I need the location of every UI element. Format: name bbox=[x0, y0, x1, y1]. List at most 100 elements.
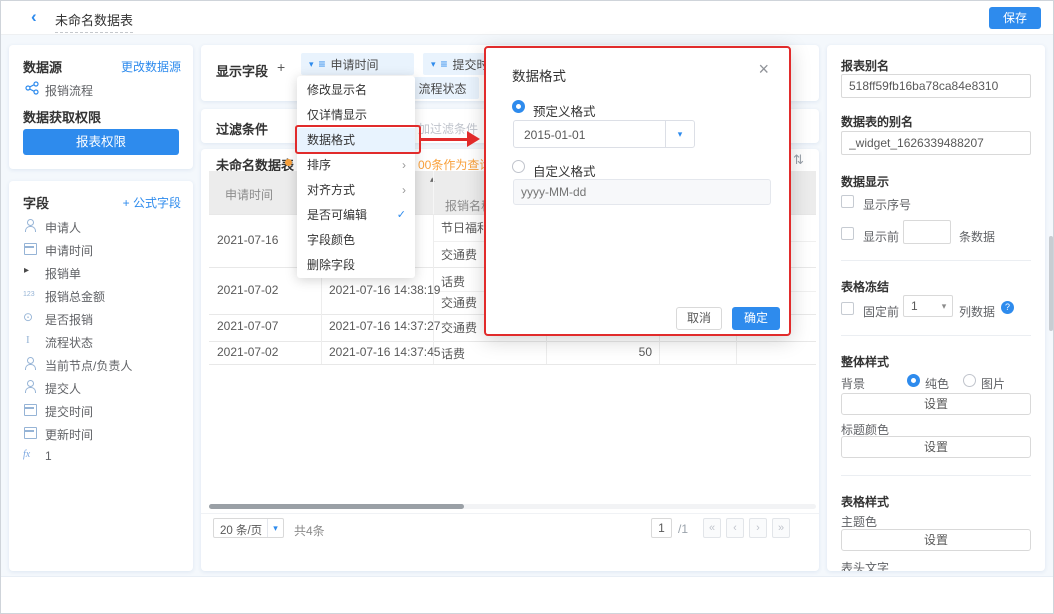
freeze-prefix-label: 固定前 bbox=[863, 303, 899, 320]
table-cell: 2021-07-02 bbox=[217, 283, 278, 297]
header-separator bbox=[433, 171, 434, 214]
datasource-item[interactable]: 报销流程 bbox=[45, 82, 93, 99]
predefined-format-label: 预定义格式 bbox=[533, 101, 596, 120]
cancel-button[interactable]: 取消 bbox=[676, 307, 722, 330]
image-radio[interactable] bbox=[963, 374, 976, 387]
page-number-input[interactable]: 1 bbox=[651, 518, 672, 538]
menu-item-field-color[interactable]: 字段颜色 bbox=[297, 228, 415, 253]
next-page-button[interactable]: › bbox=[749, 518, 767, 538]
background-set-button[interactable]: 设置 bbox=[841, 393, 1031, 415]
table-cell: 2021-07-16 14:38:19 bbox=[329, 283, 440, 297]
confirm-button[interactable]: 确定 bbox=[732, 307, 780, 330]
close-icon[interactable]: × bbox=[758, 59, 769, 80]
change-datasource-link[interactable]: 更改数据源 bbox=[121, 58, 181, 75]
chevron-down-icon[interactable]: ▾ bbox=[431, 60, 436, 69]
predefined-format-select[interactable]: 2015-01-01 ▾ bbox=[513, 120, 695, 148]
chevron-down-icon: ▾ bbox=[273, 524, 278, 533]
table-cell: 节日福利 bbox=[441, 219, 489, 236]
report-alias-field[interactable] bbox=[841, 74, 1031, 98]
widget-alias-input[interactable] bbox=[841, 131, 1031, 155]
calendar-icon bbox=[23, 403, 37, 416]
predefined-format-value: 2015-01-01 bbox=[524, 128, 585, 142]
freeze-count-caret[interactable]: ▾ bbox=[936, 296, 952, 316]
display-chip-apply-time[interactable]: ▾ ≡ 申请时间 bbox=[301, 53, 414, 75]
submenu-arrow-icon: › bbox=[402, 178, 406, 203]
table-cell: 交通费 bbox=[441, 319, 477, 336]
freeze-count-value: 1 bbox=[911, 299, 918, 313]
field-label: 流程状态 bbox=[45, 334, 93, 351]
column-header-apply-time[interactable]: 申请时间 bbox=[225, 186, 273, 203]
menu-item-label: 排序 bbox=[307, 158, 331, 172]
widget-alias-field[interactable] bbox=[841, 131, 1031, 155]
page-size-select[interactable]: 20 条/页 ▾ bbox=[213, 518, 284, 538]
menu-item-rename[interactable]: 修改显示名 bbox=[297, 78, 415, 103]
prev-page-button[interactable]: ‹ bbox=[726, 518, 744, 538]
predefined-format-caret[interactable]: ▾ bbox=[665, 121, 694, 147]
show-first-count-input[interactable] bbox=[903, 220, 951, 244]
theme-color-label: 主题色 bbox=[841, 513, 877, 530]
table-cell: 2021-07-16 14:37:27 bbox=[329, 319, 440, 333]
section-divider bbox=[841, 335, 1031, 336]
display-fields-title: 显示字段 bbox=[216, 61, 268, 80]
menu-item-editable[interactable]: 是否可编辑✓ bbox=[297, 203, 415, 228]
menu-item-align[interactable]: 对齐方式 › bbox=[297, 178, 415, 203]
hscrollbar-thumb[interactable] bbox=[209, 504, 464, 509]
field-label: 提交时间 bbox=[45, 403, 93, 420]
add-display-field-button[interactable]: + bbox=[277, 59, 285, 75]
help-icon[interactable]: ? bbox=[1001, 301, 1014, 314]
sort-icon[interactable]: ⇅ bbox=[793, 152, 804, 168]
page-size-value: 20 条/页 bbox=[220, 522, 262, 538]
overall-style-title: 整体样式 bbox=[841, 353, 889, 370]
back-icon[interactable]: ‹ bbox=[31, 7, 37, 27]
vscrollbar-thumb[interactable] bbox=[1049, 236, 1053, 331]
custom-format-input[interactable] bbox=[513, 179, 771, 205]
theme-color-set-button[interactable]: 设置 bbox=[841, 529, 1031, 551]
solid-color-label: 纯色 bbox=[925, 375, 949, 392]
triangle-icon[interactable]: ▸ bbox=[24, 265, 29, 276]
report-alias-input[interactable] bbox=[841, 74, 1031, 98]
background-label: 背景 bbox=[841, 375, 865, 392]
add-formula-field-link[interactable]: + 公式字段 bbox=[123, 194, 181, 211]
datasource-panel: 数据源 更改数据源 报销流程 数据获取权限 报表权限 bbox=[9, 45, 193, 169]
custom-format-radio[interactable] bbox=[512, 160, 525, 173]
field-label: 当前节点/负责人 bbox=[45, 357, 132, 374]
freeze-checkbox[interactable] bbox=[841, 302, 854, 315]
show-first-count-field[interactable] bbox=[903, 220, 951, 244]
freeze-count-select[interactable]: 1 ▾ bbox=[903, 295, 953, 317]
page-title[interactable]: 未命名数据表 bbox=[55, 10, 133, 33]
predefined-format-radio[interactable] bbox=[512, 100, 525, 113]
freeze-suffix-label: 列数据 bbox=[959, 303, 995, 320]
title-color-set-button[interactable]: 设置 bbox=[841, 436, 1031, 458]
chevron-down-icon: ▾ bbox=[942, 301, 947, 312]
drag-handle-icon[interactable]: ≡ bbox=[319, 58, 326, 70]
menu-item-label: 对齐方式 bbox=[307, 183, 355, 197]
last-page-button[interactable]: » bbox=[772, 518, 790, 538]
drag-handle-icon[interactable]: ≡ bbox=[441, 58, 448, 70]
show-first-checkbox[interactable] bbox=[841, 227, 854, 240]
menu-item-delete-field[interactable]: 删除字段 bbox=[297, 253, 415, 278]
image-label: 图片 bbox=[981, 375, 1005, 392]
first-page-button[interactable]: « bbox=[703, 518, 721, 538]
field-context-menu: 修改显示名 仅详情显示 数据格式 排序› 对齐方式› 是否可编辑✓ 字段颜色 删… bbox=[297, 76, 415, 278]
save-button[interactable]: 保存 bbox=[989, 7, 1041, 29]
topbar: ‹ 未命名数据表 保存 bbox=[1, 1, 1053, 35]
report-permission-button[interactable]: 报表权限 bbox=[23, 129, 179, 155]
table-cell: 2021-07-07 bbox=[217, 319, 278, 333]
table-cell: 2021-07-16 14:37:45 bbox=[329, 345, 440, 359]
field-label: 是否报销 bbox=[45, 311, 93, 328]
chevron-down-icon[interactable]: ▾ bbox=[309, 60, 314, 69]
permission-title: 数据获取权限 bbox=[23, 107, 101, 126]
fx-icon: fx bbox=[23, 449, 30, 460]
filter-title: 过滤条件 bbox=[216, 119, 268, 138]
check-icon: ✓ bbox=[397, 203, 406, 228]
solid-color-radio[interactable] bbox=[907, 374, 920, 387]
page-size-caret[interactable]: ▾ bbox=[267, 519, 283, 537]
custom-format-field[interactable] bbox=[513, 179, 771, 205]
header-text-label: 表头文字 bbox=[841, 559, 889, 571]
table-cell-amount: 50 bbox=[546, 345, 652, 359]
field-label: 提交人 bbox=[45, 380, 81, 397]
show-index-checkbox[interactable] bbox=[841, 195, 854, 208]
text-icon: I bbox=[26, 334, 30, 346]
table-cell: 交通费 bbox=[441, 246, 477, 263]
menu-item-sort[interactable]: 排序› bbox=[297, 153, 415, 178]
